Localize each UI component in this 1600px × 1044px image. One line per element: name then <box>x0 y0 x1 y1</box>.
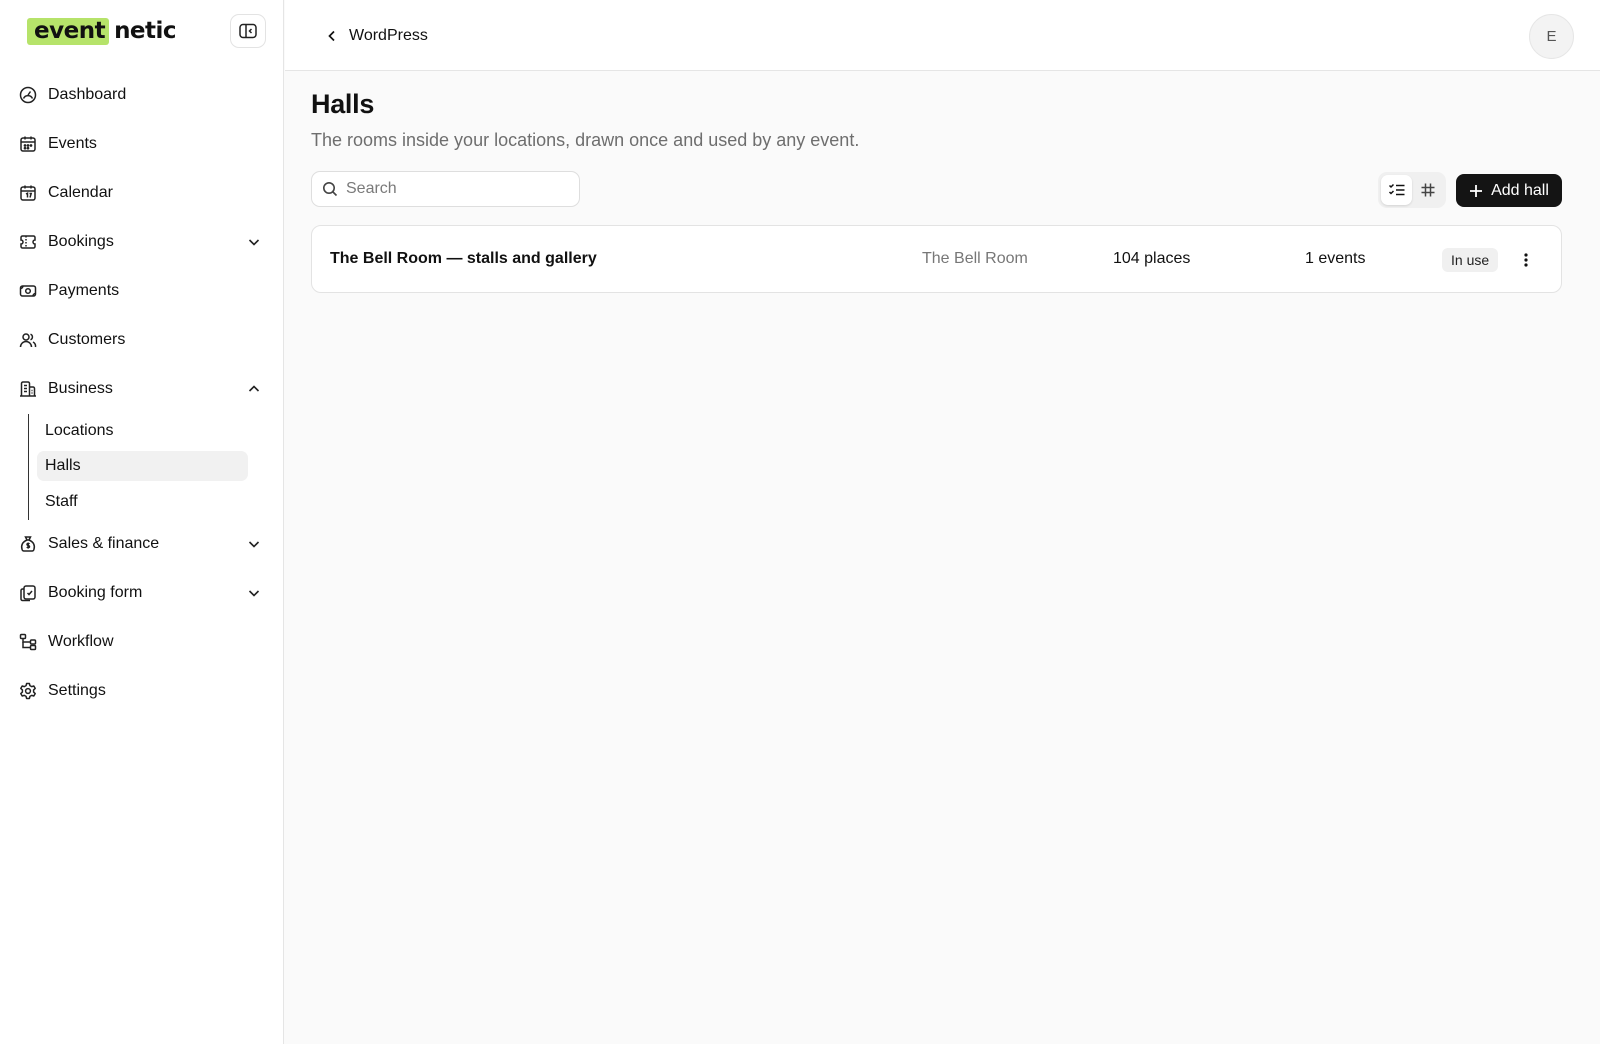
sidebar-subitem-label: Staff <box>45 493 78 510</box>
calendar-day-icon <box>18 183 38 203</box>
submenu-guide-line <box>28 414 29 520</box>
sidebar-item-label: Bookings <box>48 233 114 250</box>
back-link[interactable]: WordPress <box>325 23 428 49</box>
sidebar-toggle-icon <box>239 23 257 39</box>
ticket-icon <box>18 232 38 252</box>
search-box[interactable] <box>311 171 580 207</box>
sidebar-item-label: Workflow <box>48 633 114 650</box>
search-input[interactable] <box>346 180 566 198</box>
sidebar-item-label: Settings <box>48 682 106 699</box>
top-bar: WordPress E <box>285 0 1600 71</box>
hall-capacity: 104 places <box>1113 250 1191 267</box>
sidebar-item-dashboard[interactable]: Dashboard <box>16 77 268 113</box>
hash-grid-icon <box>1421 183 1434 197</box>
sidebar-subitem-staff[interactable]: Staff <box>37 487 248 517</box>
page-title: Halls <box>311 89 375 119</box>
grid-view-button[interactable] <box>1412 175 1443 205</box>
page-subtitle: The rooms inside your locations, drawn o… <box>311 130 860 150</box>
building-icon <box>18 379 38 399</box>
hall-location: The Bell Room <box>922 250 1028 267</box>
sidebar-item-events[interactable]: Events <box>16 126 268 162</box>
sidebar-item-workflow[interactable]: Workflow <box>16 624 268 660</box>
hall-row[interactable]: The Bell Room — stalls and gallery The B… <box>311 225 1562 293</box>
sidebar-subitem-label: Locations <box>45 422 114 439</box>
status-badge: In use <box>1442 248 1499 272</box>
more-vertical-icon <box>1524 253 1528 267</box>
sidebar-subitem-locations[interactable]: Locations <box>37 416 248 446</box>
sidebar-item-customers[interactable]: Customers <box>16 322 268 358</box>
brand-logo[interactable]: event netic <box>27 15 177 47</box>
dashboard-icon <box>18 85 38 105</box>
money-bag-icon <box>18 534 38 554</box>
back-link-label: WordPress <box>349 27 428 44</box>
sidebar-item-label: Payments <box>48 282 120 299</box>
chevron-left-icon <box>328 30 335 42</box>
sidebar-item-label: Dashboard <box>48 86 127 103</box>
sidebar-item-label: Sales & finance <box>48 535 160 552</box>
checklist-icon <box>1388 183 1404 196</box>
users-icon <box>18 330 38 350</box>
search-icon <box>323 182 338 197</box>
sidebar-item-payments[interactable]: Payments <box>16 273 268 309</box>
chevron-up-icon <box>248 385 260 392</box>
sidebar-item-bookings[interactable]: Bookings <box>16 224 268 260</box>
brand-logo-text: netic <box>114 18 177 44</box>
sidebar-item-label: Calendar <box>48 184 113 201</box>
calendar-icon <box>18 134 38 154</box>
chevron-down-icon <box>248 541 260 548</box>
gear-icon <box>18 681 38 701</box>
row-actions-button[interactable] <box>1512 246 1540 274</box>
plus-icon <box>1470 184 1483 197</box>
view-mode-toggle <box>1378 172 1446 208</box>
sidebar-subitem-halls[interactable]: Halls <box>37 451 248 481</box>
chevron-down-icon <box>248 239 260 246</box>
form-icon <box>18 583 38 603</box>
sidebar-item-settings[interactable]: Settings <box>16 673 268 709</box>
workflow-icon <box>18 632 38 652</box>
list-view-button[interactable] <box>1381 175 1412 205</box>
money-icon <box>18 281 38 301</box>
sidebar-item-label: Customers <box>48 331 126 348</box>
chevron-down-icon <box>248 590 260 597</box>
avatar-initial: E <box>1546 28 1557 45</box>
sidebar-toggle-button[interactable] <box>230 14 266 48</box>
sidebar-item-sales-finance[interactable]: Sales & finance <box>16 526 268 562</box>
sidebar: event netic Dashboard Events Calendar Bo… <box>0 0 284 1044</box>
add-hall-button[interactable]: Add hall <box>1456 174 1562 207</box>
sidebar-item-label: Booking form <box>48 584 143 601</box>
sidebar-item-business[interactable]: Business <box>16 371 268 407</box>
hall-name: The Bell Room — stalls and gallery <box>330 250 597 267</box>
add-hall-label: Add hall <box>1491 181 1549 199</box>
sidebar-subitem-label: Halls <box>45 457 81 474</box>
user-avatar[interactable]: E <box>1529 14 1574 59</box>
sidebar-item-label: Events <box>48 135 97 152</box>
sidebar-item-label: Business <box>48 380 113 397</box>
sidebar-item-booking-form[interactable]: Booking form <box>16 575 268 611</box>
hall-events-count: 1 events <box>1305 250 1366 267</box>
sidebar-item-calendar[interactable]: Calendar <box>16 175 268 211</box>
brand-logo-highlight: event <box>27 17 110 45</box>
